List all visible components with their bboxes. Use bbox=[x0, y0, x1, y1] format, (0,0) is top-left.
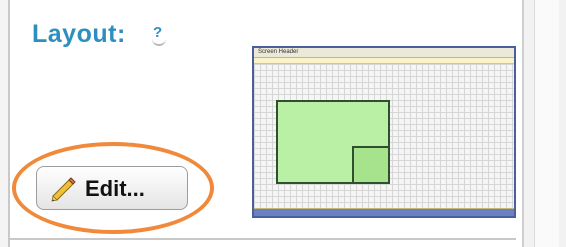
layout-title: Layout: bbox=[32, 20, 126, 48]
preview-header-text: Screen Header bbox=[258, 49, 299, 55]
preview-subregion bbox=[352, 146, 390, 184]
side-strip bbox=[524, 0, 566, 247]
divider bbox=[8, 238, 516, 240]
pencil-icon bbox=[51, 177, 76, 202]
preview-footer bbox=[254, 208, 514, 216]
edit-button-label: Edit... bbox=[85, 176, 145, 201]
edit-button[interactable]: Edit... bbox=[36, 166, 188, 210]
layout-preview: Screen Header bbox=[252, 46, 516, 218]
preview-header: Screen Header bbox=[254, 48, 514, 58]
